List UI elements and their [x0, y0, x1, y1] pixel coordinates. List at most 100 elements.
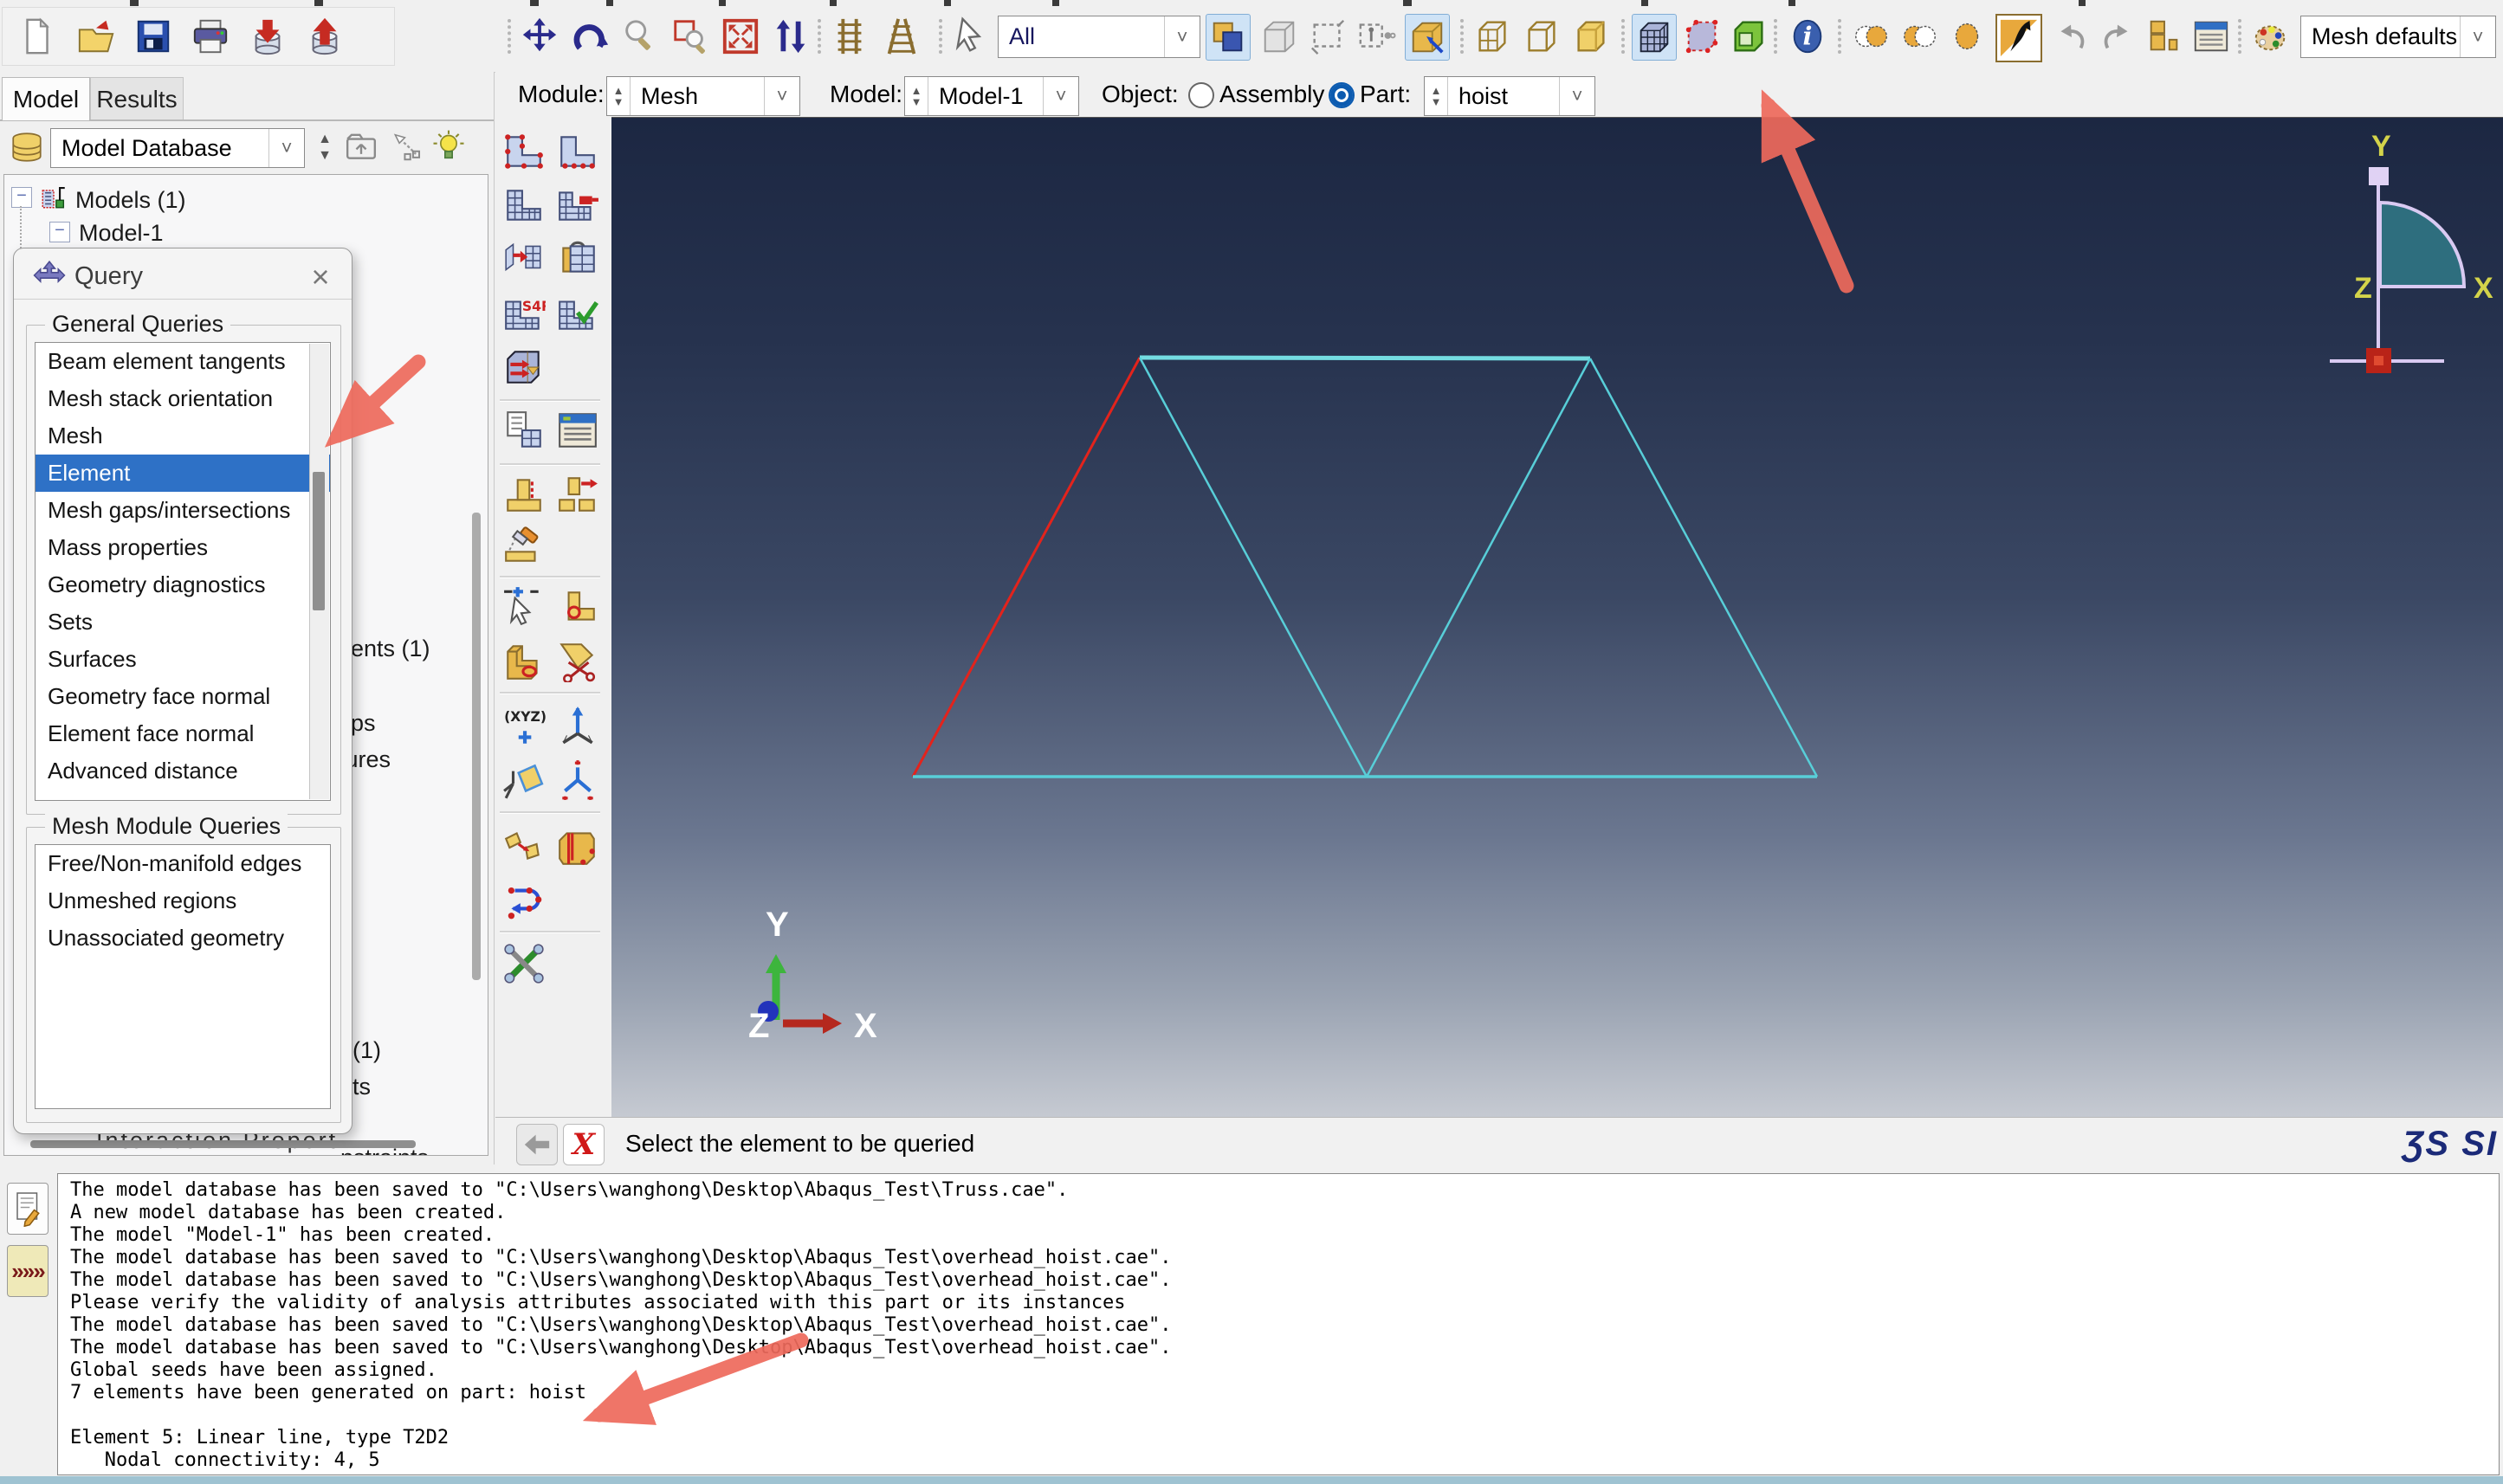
- collapse-icon[interactable]: −: [11, 187, 32, 208]
- undo-button[interactable]: [2049, 14, 2092, 59]
- open-file-button[interactable]: [74, 14, 118, 59]
- query-item-surfaces[interactable]: Surfaces: [36, 641, 330, 678]
- query-item-beam-element-tangents[interactable]: Beam element tangents: [36, 343, 330, 380]
- ghost-cube-button[interactable]: [1258, 14, 1301, 59]
- view-cut-toggle[interactable]: [1405, 14, 1450, 61]
- collapse-icon[interactable]: −: [49, 222, 70, 242]
- query-item-mass-properties[interactable]: Mass properties: [36, 529, 330, 566]
- color-code-palette-button[interactable]: [2248, 14, 2292, 59]
- edit-mesh-button[interactable]: [501, 823, 547, 868]
- query-item-sets[interactable]: Sets: [36, 603, 330, 641]
- render-wireframe-button[interactable]: [1471, 14, 1514, 59]
- new-file-button[interactable]: [16, 14, 59, 59]
- tree-vertical-scrollbar[interactable]: [472, 513, 481, 980]
- rotate-view-button[interactable]: [568, 14, 611, 59]
- query-info-button[interactable]: i: [1786, 14, 1829, 59]
- boolean-intersect-button[interactable]: [1898, 14, 1942, 59]
- assembly-radio[interactable]: [1188, 82, 1214, 108]
- delete-mesh-button[interactable]: [501, 522, 547, 567]
- chevron-down-icon[interactable]: ˅: [1559, 77, 1594, 115]
- tree-fragment[interactable]: (1): [352, 1037, 381, 1064]
- pan-view-button[interactable]: [518, 14, 561, 59]
- object-overlap-toggle[interactable]: [1206, 14, 1251, 61]
- datum-csys-button[interactable]: [555, 758, 600, 803]
- seed-edges-button[interactable]: [555, 129, 600, 174]
- message-area-tab-button[interactable]: [7, 1183, 49, 1235]
- module-combo[interactable]: ▲ ▼ Mesh ˅: [606, 76, 800, 116]
- render-hiddenline-button[interactable]: [1520, 14, 1563, 59]
- mesh-part-button[interactable]: [501, 183, 547, 228]
- element-type-button[interactable]: S4R: [501, 290, 547, 335]
- show-mesh-toggle[interactable]: [1632, 14, 1677, 61]
- partition-block-button[interactable]: [501, 472, 547, 517]
- drag-rectangle-button[interactable]: [1306, 14, 1349, 59]
- seed-part-button[interactable]: [501, 129, 547, 174]
- query-item-free-non-manifold-edges[interactable]: Free/Non-manifold edges: [36, 845, 330, 882]
- query-dialog[interactable]: Query × General Queries Beam element tan…: [13, 248, 352, 1134]
- boolean-union-button[interactable]: [1850, 14, 1893, 59]
- part-radio[interactable]: [1329, 82, 1355, 108]
- query-item-mesh-stack-orientation[interactable]: Mesh stack orientation: [36, 380, 330, 417]
- tree-fragment[interactable]: ts: [352, 1074, 371, 1100]
- truss-element-2-3[interactable]: [1138, 357, 1368, 777]
- cut-scissors-button[interactable]: [555, 638, 600, 683]
- save-session-button[interactable]: [246, 14, 289, 59]
- mesh-queries-list[interactable]: Free/Non-manifold edges Unmeshed regions U…: [35, 844, 331, 1109]
- spinner-icon[interactable]: ▲ ▼: [607, 77, 631, 115]
- chevron-down-icon[interactable]: ˅: [1043, 77, 1078, 115]
- previous-step-button[interactable]: [516, 1124, 558, 1165]
- zoom-box-button[interactable]: [669, 14, 712, 59]
- truss-mesh[interactable]: [911, 355, 1819, 778]
- save-button[interactable]: [132, 14, 175, 59]
- tab-results[interactable]: Results: [90, 77, 184, 120]
- truss-element-1-2[interactable]: [911, 357, 1142, 777]
- region-manager-button[interactable]: [2143, 14, 2186, 59]
- tree-fragment[interactable]: ps: [351, 710, 376, 737]
- select-cursor-icon[interactable]: [949, 14, 993, 59]
- general-queries-list[interactable]: Beam element tangents Mesh stack orientat…: [35, 342, 331, 801]
- datum-plane-button[interactable]: [501, 758, 547, 803]
- bottom-up-mesh-button[interactable]: [501, 344, 547, 389]
- chevron-down-icon[interactable]: ˅: [764, 77, 799, 115]
- mesh-geometry-toggle[interactable]: [1727, 14, 1770, 59]
- message-log[interactable]: The model database has been saved to "C:…: [57, 1173, 2500, 1475]
- query-item-mesh[interactable]: Mesh: [36, 417, 330, 455]
- cancel-procedure-button[interactable]: X: [563, 1124, 605, 1165]
- close-icon[interactable]: ×: [303, 259, 338, 295]
- spinner-icon[interactable]: ▲ ▼: [905, 77, 928, 115]
- fit-view-button[interactable]: [719, 14, 762, 59]
- tree-item-models[interactable]: Models (1): [75, 187, 186, 214]
- part-combo[interactable]: ▲ ▼ hoist ˅: [1424, 76, 1595, 116]
- model-combo[interactable]: ▲ ▼ Model-1 ˅: [904, 76, 1079, 116]
- query-item-geometry-face-normal[interactable]: Geometry face normal: [36, 678, 330, 715]
- tree-fragment[interactable]: ents (1): [351, 636, 430, 662]
- database-combo[interactable]: Model Database ˅: [50, 128, 305, 168]
- cycle-views-button[interactable]: [769, 14, 812, 59]
- color-code-combo[interactable]: Mesh defaults ˅: [2300, 16, 2496, 58]
- list-scrollbar[interactable]: [309, 344, 329, 799]
- verify-mesh-button[interactable]: [555, 290, 600, 335]
- edit-loop-button[interactable]: [501, 877, 547, 922]
- query-item-geometry-diagnostics[interactable]: Geometry diagnostics: [36, 566, 330, 603]
- query-item-advanced-distance[interactable]: Advanced distance: [36, 752, 330, 790]
- magnify-view-button[interactable]: [618, 14, 662, 59]
- mesh-bag-button[interactable]: [555, 236, 600, 281]
- mesh-copy-button[interactable]: [501, 408, 547, 453]
- filter-icon[interactable]: [390, 131, 423, 168]
- tab-model[interactable]: Model: [2, 77, 90, 120]
- render-shaded-button[interactable]: [1569, 14, 1613, 59]
- datum-point-button[interactable]: (XYZ): [501, 704, 547, 749]
- tree-horizontal-scrollbar[interactable]: [30, 1140, 416, 1148]
- selection-scope-combo[interactable]: All ˅: [998, 16, 1200, 58]
- mesh-region-button[interactable]: [555, 183, 600, 228]
- seed-display-toggle[interactable]: [1680, 14, 1724, 59]
- load-session-button[interactable]: [303, 14, 346, 59]
- query-item-element[interactable]: Element: [36, 455, 330, 492]
- query-item-unmeshed-regions[interactable]: Unmeshed regions: [36, 882, 330, 919]
- query-item-mesh-gaps-intersections[interactable]: Mesh gaps/intersections: [36, 492, 330, 529]
- truss-element-4-5[interactable]: [1588, 358, 1819, 777]
- redo-button[interactable]: [2096, 14, 2139, 59]
- manager-table-button[interactable]: [2189, 14, 2233, 59]
- tree-item-model1[interactable]: Model-1: [79, 220, 164, 251]
- truss-element-3-4[interactable]: [1365, 358, 1592, 777]
